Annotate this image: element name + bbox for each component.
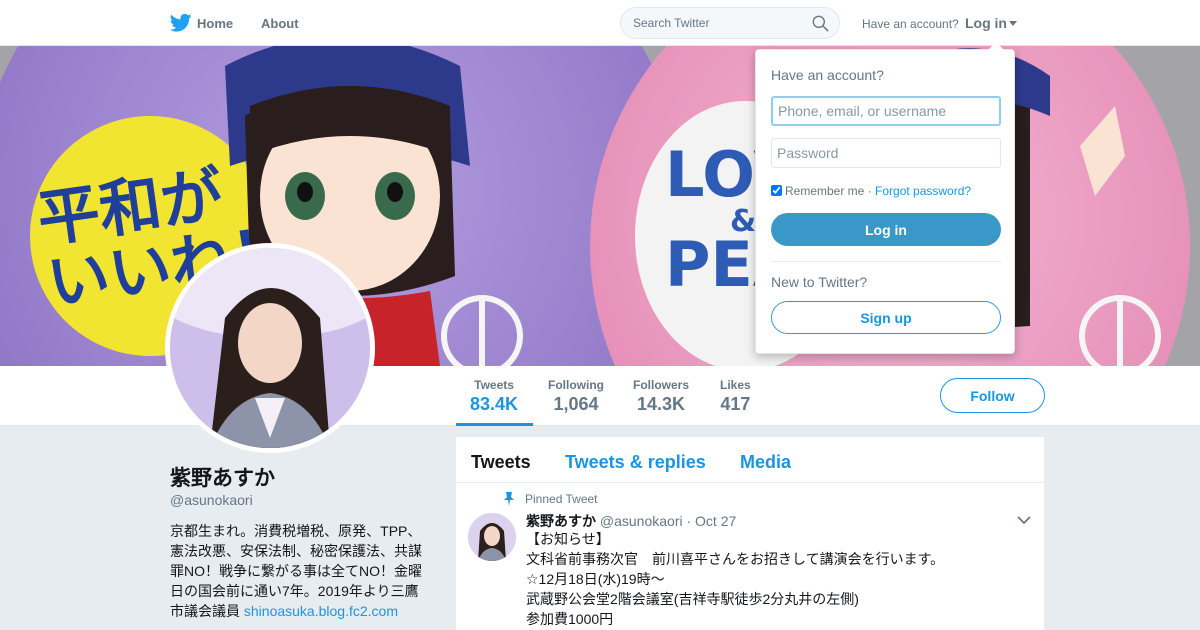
tweet-author-handle[interactable]: @asunokaori [600, 513, 683, 529]
username-field[interactable] [771, 96, 1001, 126]
stat-value: 1,064 [553, 394, 599, 414]
stat-value: 14.3K [636, 394, 686, 414]
twitter-bird-icon[interactable] [170, 13, 192, 33]
stat-likes[interactable]: Likes 417 [720, 378, 751, 415]
profile-name: 紫野あすか [170, 467, 275, 490]
remember-row: Remember me · Forgot password? [771, 184, 971, 198]
nav-about-link[interactable]: About [261, 16, 299, 31]
search-input[interactable] [633, 16, 803, 30]
tweet-line: 参加費1000円 [526, 611, 614, 627]
tweet-line: ☆12月18日(水)19時～ [526, 571, 665, 587]
stat-label: Followers [633, 378, 690, 392]
have-account-text: Have an account? [862, 17, 959, 31]
tab-tweets-replies[interactable]: Tweets & replies [565, 452, 706, 473]
login-button[interactable]: Log in [771, 213, 1001, 246]
profile-bio: 京都生まれ。消費税増税、原発、TPP、憲法改悪、安保法制、秘密保護法、共謀罪NO… [170, 521, 432, 621]
stat-value: 417 [720, 394, 751, 414]
tab-tweets[interactable]: Tweets [471, 452, 531, 473]
profile-handle[interactable]: @asunokaori [170, 492, 253, 508]
dropdown-caret [988, 42, 1004, 50]
new-to-twitter-text: New to Twitter? [771, 274, 868, 290]
search-icon[interactable] [812, 15, 829, 32]
tweet-header: 紫野あすか @asunokaori · Oct 27 [526, 511, 736, 531]
password-field[interactable] [771, 138, 1001, 168]
dropdown-title: Have an account? [771, 67, 884, 83]
tweet-author-name[interactable]: 紫野あすか [526, 513, 596, 529]
timeline: Tweets Tweets & replies Media Pinned Twe… [456, 437, 1044, 630]
stat-followers[interactable]: Followers 14.3K [633, 378, 689, 415]
stat-following[interactable]: Following 1,064 [548, 378, 604, 415]
active-stat-underline [456, 423, 533, 426]
bio-link[interactable]: shinoasuka.blog.fc2.com [244, 603, 398, 619]
top-nav: Home About Have an account? Log in [0, 0, 1200, 46]
avatar-image [170, 248, 370, 448]
follow-button[interactable]: Follow [940, 378, 1045, 413]
tweet-line: 文科省前事務次官 前川喜平さんをお招きして講演会を行います。 [526, 551, 945, 567]
dropdown-divider [771, 261, 1001, 262]
stat-tweets[interactable]: Tweets 83.4K [470, 378, 518, 415]
login-link-label: Log in [965, 15, 1007, 31]
pin-icon [504, 492, 514, 506]
stat-value: 83.4K [470, 394, 519, 414]
remember-separator: · [864, 184, 876, 198]
login-dropdown: Have an account? Remember me · Forgot pa… [755, 42, 1015, 354]
stat-label: Likes [720, 378, 751, 392]
forgot-password-link[interactable]: Forgot password? [875, 184, 971, 198]
signup-button[interactable]: Sign up [771, 301, 1001, 334]
chevron-down-icon[interactable] [1017, 515, 1031, 525]
tweet-line: 【お知らせ】 [526, 531, 610, 547]
remember-me-label[interactable]: Remember me [785, 184, 864, 198]
timeline-tabs: Tweets Tweets & replies Media [456, 437, 1044, 483]
pinned-tweet-label: Pinned Tweet [525, 492, 598, 506]
stat-label: Following [548, 378, 604, 392]
stat-label: Tweets [474, 378, 514, 392]
caret-down-icon [1009, 21, 1017, 26]
tab-media[interactable]: Media [740, 452, 791, 473]
tweet-text: 【お知らせ】 文科省前事務次官 前川喜平さんをお招きして講演会を行います。 ☆1… [526, 529, 1026, 629]
tweet-date[interactable]: · Oct 27 [686, 513, 736, 529]
search-box [620, 7, 840, 39]
nav-home-link[interactable]: Home [197, 16, 233, 31]
avatar[interactable] [165, 243, 375, 453]
tweet-avatar[interactable] [468, 513, 516, 561]
tweet-line: 武蔵野公会堂2階会議室(吉祥寺駅徒歩2分丸井の左側) [526, 591, 859, 607]
remember-me-checkbox[interactable] [771, 185, 782, 196]
login-menu-toggle[interactable]: Log in [965, 15, 1017, 31]
